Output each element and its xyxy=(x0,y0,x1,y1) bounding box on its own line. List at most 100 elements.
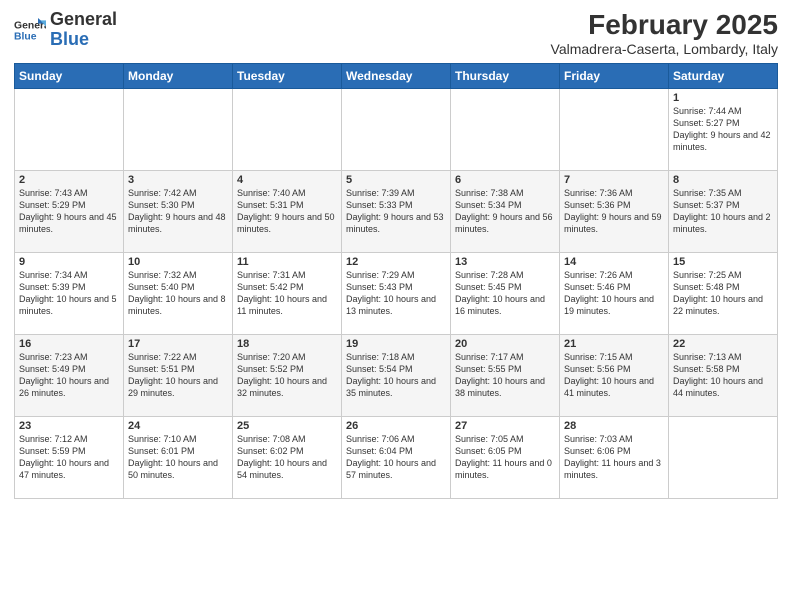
day-info: Sunrise: 7:38 AM Sunset: 5:34 PM Dayligh… xyxy=(455,187,555,236)
calendar-cell: 15Sunrise: 7:25 AM Sunset: 5:48 PM Dayli… xyxy=(669,252,778,334)
calendar-cell: 26Sunrise: 7:06 AM Sunset: 6:04 PM Dayli… xyxy=(342,416,451,498)
day-number: 7 xyxy=(564,174,664,186)
day-info: Sunrise: 7:03 AM Sunset: 6:06 PM Dayligh… xyxy=(564,433,664,482)
day-number: 13 xyxy=(455,256,555,268)
calendar-cell: 19Sunrise: 7:18 AM Sunset: 5:54 PM Dayli… xyxy=(342,334,451,416)
calendar-title: February 2025 xyxy=(551,10,778,41)
calendar-cell: 8Sunrise: 7:35 AM Sunset: 5:37 PM Daylig… xyxy=(669,170,778,252)
calendar-week-2: 2Sunrise: 7:43 AM Sunset: 5:29 PM Daylig… xyxy=(15,170,778,252)
day-info: Sunrise: 7:43 AM Sunset: 5:29 PM Dayligh… xyxy=(19,187,119,236)
day-number: 27 xyxy=(455,420,555,432)
calendar-cell: 7Sunrise: 7:36 AM Sunset: 5:36 PM Daylig… xyxy=(560,170,669,252)
day-info: Sunrise: 7:31 AM Sunset: 5:42 PM Dayligh… xyxy=(237,269,337,318)
day-number: 26 xyxy=(346,420,446,432)
calendar-table: SundayMondayTuesdayWednesdayThursdayFrid… xyxy=(14,63,778,499)
day-number: 20 xyxy=(455,338,555,350)
day-info: Sunrise: 7:17 AM Sunset: 5:55 PM Dayligh… xyxy=(455,351,555,400)
calendar-cell: 20Sunrise: 7:17 AM Sunset: 5:55 PM Dayli… xyxy=(451,334,560,416)
calendar-week-4: 16Sunrise: 7:23 AM Sunset: 5:49 PM Dayli… xyxy=(15,334,778,416)
day-number: 22 xyxy=(673,338,773,350)
calendar-cell xyxy=(233,88,342,170)
calendar-cell: 21Sunrise: 7:15 AM Sunset: 5:56 PM Dayli… xyxy=(560,334,669,416)
header: General Blue General Blue February 2025 … xyxy=(14,10,778,57)
day-number: 12 xyxy=(346,256,446,268)
calendar-cell: 28Sunrise: 7:03 AM Sunset: 6:06 PM Dayli… xyxy=(560,416,669,498)
day-number: 10 xyxy=(128,256,228,268)
day-number: 8 xyxy=(673,174,773,186)
calendar-cell: 14Sunrise: 7:26 AM Sunset: 5:46 PM Dayli… xyxy=(560,252,669,334)
calendar-cell xyxy=(451,88,560,170)
logo-blue: Blue xyxy=(50,29,89,49)
day-info: Sunrise: 7:06 AM Sunset: 6:04 PM Dayligh… xyxy=(346,433,446,482)
day-number: 19 xyxy=(346,338,446,350)
day-number: 6 xyxy=(455,174,555,186)
day-info: Sunrise: 7:28 AM Sunset: 5:45 PM Dayligh… xyxy=(455,269,555,318)
calendar-subtitle: Valmadrera-Caserta, Lombardy, Italy xyxy=(551,41,778,57)
day-info: Sunrise: 7:05 AM Sunset: 6:05 PM Dayligh… xyxy=(455,433,555,482)
calendar-cell: 24Sunrise: 7:10 AM Sunset: 6:01 PM Dayli… xyxy=(124,416,233,498)
calendar-cell: 13Sunrise: 7:28 AM Sunset: 5:45 PM Dayli… xyxy=(451,252,560,334)
day-info: Sunrise: 7:29 AM Sunset: 5:43 PM Dayligh… xyxy=(346,269,446,318)
day-number: 14 xyxy=(564,256,664,268)
calendar-week-5: 23Sunrise: 7:12 AM Sunset: 5:59 PM Dayli… xyxy=(15,416,778,498)
calendar-cell: 25Sunrise: 7:08 AM Sunset: 6:02 PM Dayli… xyxy=(233,416,342,498)
col-header-saturday: Saturday xyxy=(669,63,778,88)
logo-general: General xyxy=(50,9,117,29)
day-info: Sunrise: 7:36 AM Sunset: 5:36 PM Dayligh… xyxy=(564,187,664,236)
day-number: 16 xyxy=(19,338,119,350)
day-info: Sunrise: 7:42 AM Sunset: 5:30 PM Dayligh… xyxy=(128,187,228,236)
day-info: Sunrise: 7:32 AM Sunset: 5:40 PM Dayligh… xyxy=(128,269,228,318)
day-number: 9 xyxy=(19,256,119,268)
calendar-cell: 3Sunrise: 7:42 AM Sunset: 5:30 PM Daylig… xyxy=(124,170,233,252)
day-number: 15 xyxy=(673,256,773,268)
day-info: Sunrise: 7:40 AM Sunset: 5:31 PM Dayligh… xyxy=(237,187,337,236)
day-number: 25 xyxy=(237,420,337,432)
calendar-cell xyxy=(124,88,233,170)
calendar-cell xyxy=(669,416,778,498)
day-info: Sunrise: 7:12 AM Sunset: 5:59 PM Dayligh… xyxy=(19,433,119,482)
calendar-cell: 11Sunrise: 7:31 AM Sunset: 5:42 PM Dayli… xyxy=(233,252,342,334)
day-info: Sunrise: 7:44 AM Sunset: 5:27 PM Dayligh… xyxy=(673,105,773,154)
calendar-cell: 22Sunrise: 7:13 AM Sunset: 5:58 PM Dayli… xyxy=(669,334,778,416)
logo: General Blue General Blue xyxy=(14,10,117,50)
day-number: 23 xyxy=(19,420,119,432)
calendar-cell: 23Sunrise: 7:12 AM Sunset: 5:59 PM Dayli… xyxy=(15,416,124,498)
col-header-thursday: Thursday xyxy=(451,63,560,88)
calendar-cell: 16Sunrise: 7:23 AM Sunset: 5:49 PM Dayli… xyxy=(15,334,124,416)
day-info: Sunrise: 7:35 AM Sunset: 5:37 PM Dayligh… xyxy=(673,187,773,236)
calendar-cell: 4Sunrise: 7:40 AM Sunset: 5:31 PM Daylig… xyxy=(233,170,342,252)
day-info: Sunrise: 7:18 AM Sunset: 5:54 PM Dayligh… xyxy=(346,351,446,400)
day-info: Sunrise: 7:25 AM Sunset: 5:48 PM Dayligh… xyxy=(673,269,773,318)
col-header-sunday: Sunday xyxy=(15,63,124,88)
day-info: Sunrise: 7:20 AM Sunset: 5:52 PM Dayligh… xyxy=(237,351,337,400)
day-number: 5 xyxy=(346,174,446,186)
col-header-friday: Friday xyxy=(560,63,669,88)
calendar-cell: 12Sunrise: 7:29 AM Sunset: 5:43 PM Dayli… xyxy=(342,252,451,334)
day-info: Sunrise: 7:10 AM Sunset: 6:01 PM Dayligh… xyxy=(128,433,228,482)
calendar-cell xyxy=(342,88,451,170)
day-number: 3 xyxy=(128,174,228,186)
col-header-tuesday: Tuesday xyxy=(233,63,342,88)
day-info: Sunrise: 7:13 AM Sunset: 5:58 PM Dayligh… xyxy=(673,351,773,400)
calendar-cell: 6Sunrise: 7:38 AM Sunset: 5:34 PM Daylig… xyxy=(451,170,560,252)
calendar-week-3: 9Sunrise: 7:34 AM Sunset: 5:39 PM Daylig… xyxy=(15,252,778,334)
calendar-cell: 5Sunrise: 7:39 AM Sunset: 5:33 PM Daylig… xyxy=(342,170,451,252)
svg-text:Blue: Blue xyxy=(14,31,37,42)
day-info: Sunrise: 7:15 AM Sunset: 5:56 PM Dayligh… xyxy=(564,351,664,400)
day-number: 4 xyxy=(237,174,337,186)
calendar-cell: 18Sunrise: 7:20 AM Sunset: 5:52 PM Dayli… xyxy=(233,334,342,416)
day-number: 2 xyxy=(19,174,119,186)
day-info: Sunrise: 7:26 AM Sunset: 5:46 PM Dayligh… xyxy=(564,269,664,318)
day-number: 1 xyxy=(673,92,773,104)
day-info: Sunrise: 7:22 AM Sunset: 5:51 PM Dayligh… xyxy=(128,351,228,400)
day-number: 17 xyxy=(128,338,228,350)
day-number: 28 xyxy=(564,420,664,432)
calendar-cell: 2Sunrise: 7:43 AM Sunset: 5:29 PM Daylig… xyxy=(15,170,124,252)
day-number: 18 xyxy=(237,338,337,350)
logo-icon: General Blue xyxy=(14,14,46,46)
page: General Blue General Blue February 2025 … xyxy=(0,0,792,612)
day-info: Sunrise: 7:39 AM Sunset: 5:33 PM Dayligh… xyxy=(346,187,446,236)
logo-text: General Blue xyxy=(50,10,117,50)
day-info: Sunrise: 7:34 AM Sunset: 5:39 PM Dayligh… xyxy=(19,269,119,318)
day-info: Sunrise: 7:08 AM Sunset: 6:02 PM Dayligh… xyxy=(237,433,337,482)
